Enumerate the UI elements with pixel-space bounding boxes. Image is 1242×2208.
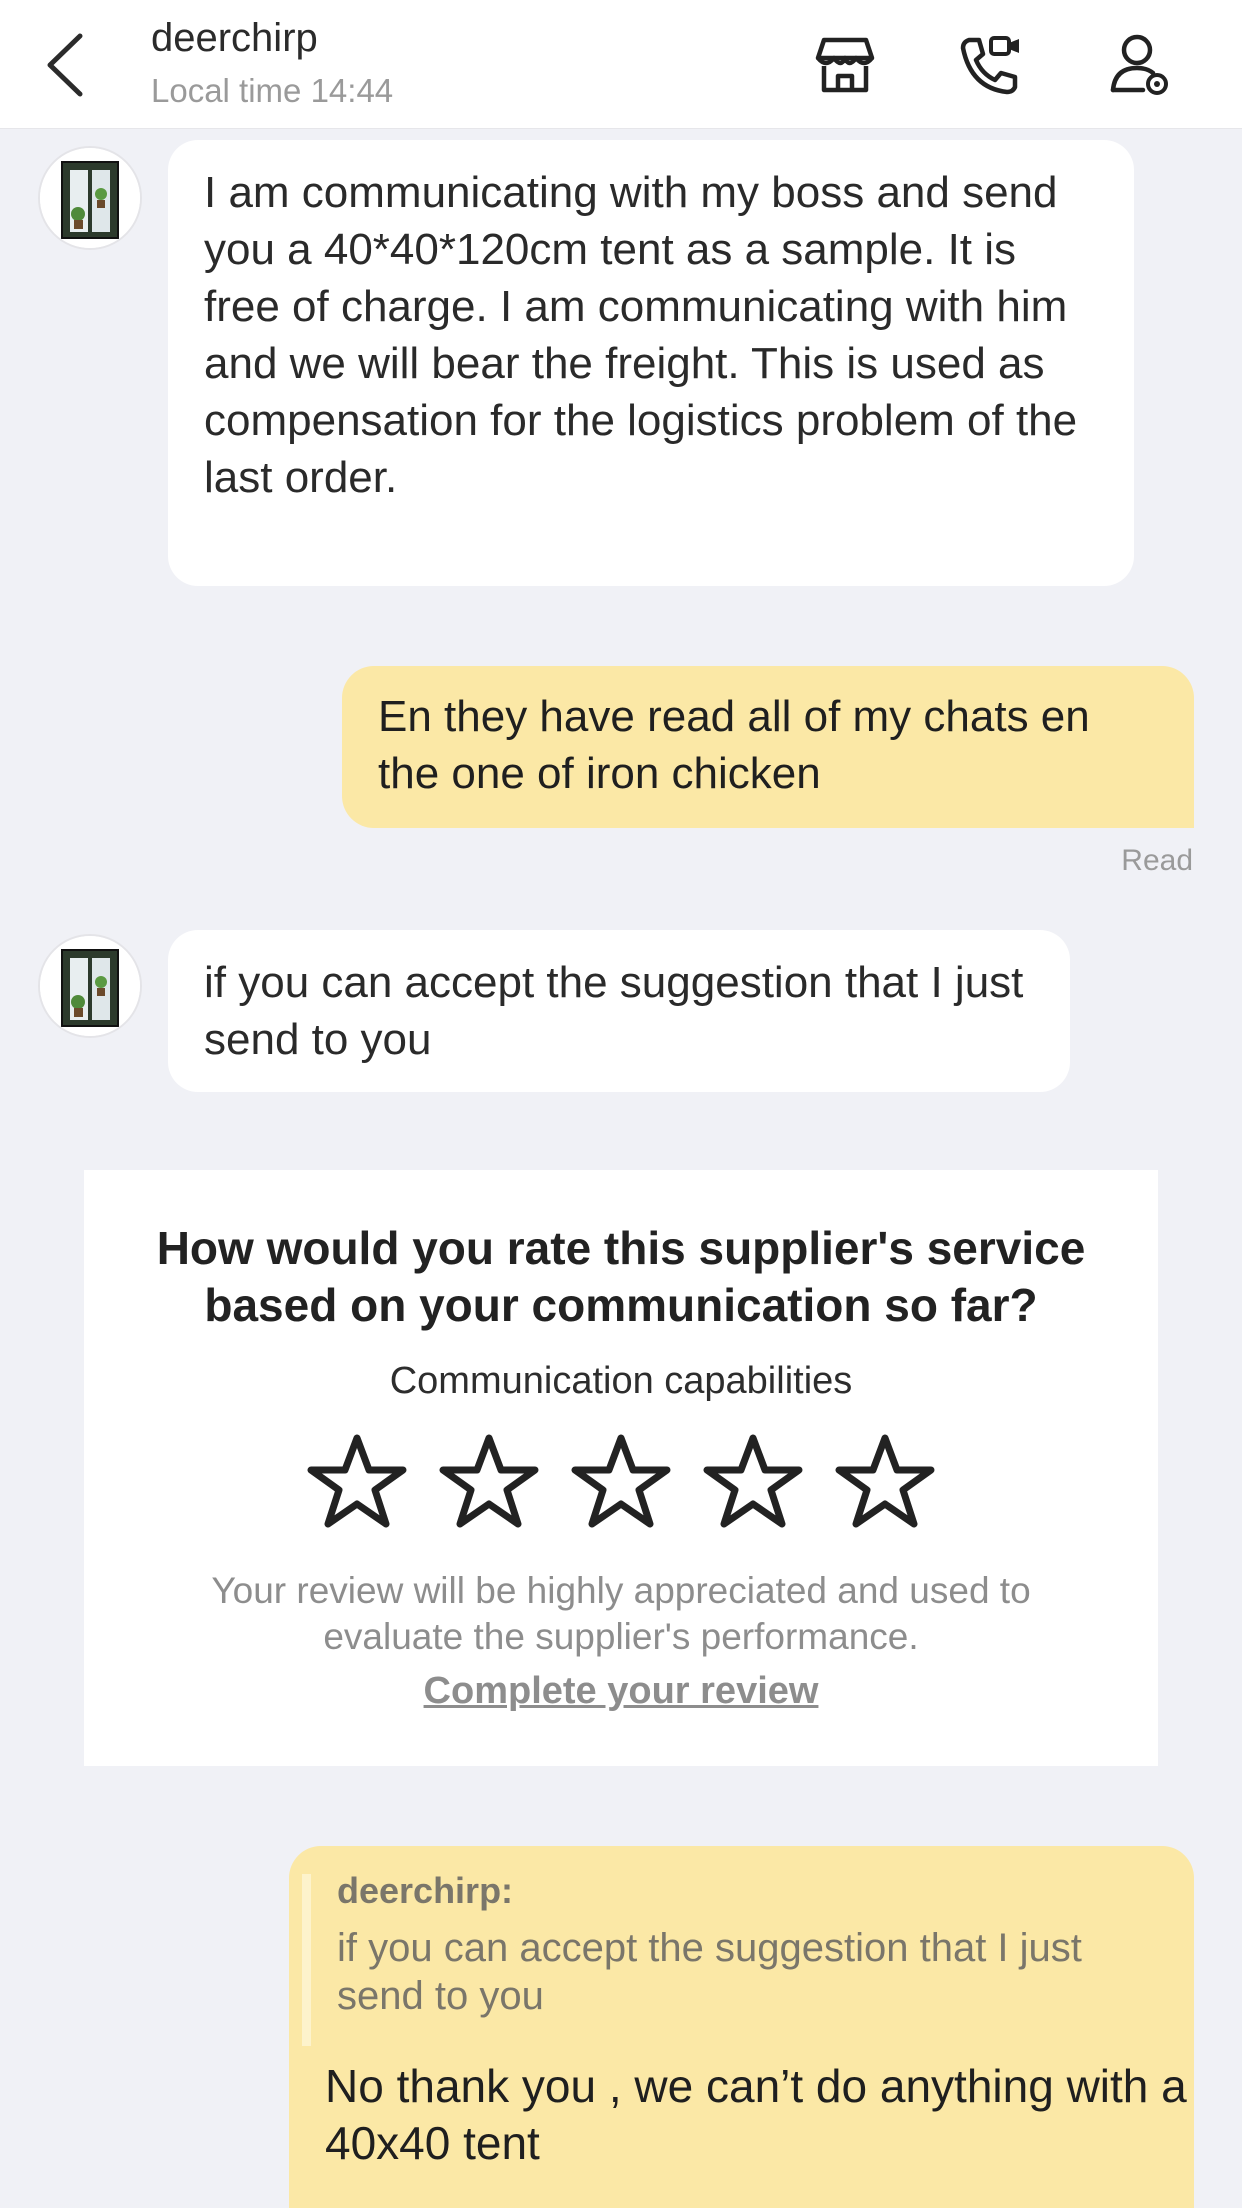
store-icon[interactable] xyxy=(810,30,880,100)
star-icon[interactable] xyxy=(571,1432,671,1532)
star-icon[interactable] xyxy=(307,1432,407,1532)
message-bubble-outgoing-reply[interactable]: deerchirp: if you can accept the suggest… xyxy=(289,1846,1194,2208)
chat-area[interactable]: I am communicating with my boss and send… xyxy=(0,128,1242,2208)
message-text: No thank you , we can’t do anything with… xyxy=(325,2060,1187,2169)
supplier-avatar[interactable] xyxy=(38,146,142,250)
message-text: if you can accept the suggestion that I … xyxy=(204,958,1024,1064)
rating-subtitle: Communication capabilities xyxy=(389,1360,853,1402)
message-bubble-incoming[interactable]: I am communicating with my boss and send… xyxy=(168,140,1134,586)
star-icon[interactable] xyxy=(703,1432,803,1532)
rating-question: How would you rate this supplier's servi… xyxy=(156,1222,1086,1331)
message-bubble-outgoing[interactable]: En they have read all of my chats en the… xyxy=(342,666,1194,828)
message-text: En they have read all of my chats en the… xyxy=(378,692,1090,798)
quote-bar xyxy=(302,1874,311,2046)
quote-text: if you can accept the suggestion that I … xyxy=(337,1926,1082,2018)
message-text: I am communicating with my boss and send… xyxy=(204,168,1078,502)
video-call-icon[interactable] xyxy=(955,30,1025,100)
star-icon[interactable] xyxy=(439,1432,539,1532)
message-bubble-incoming[interactable]: if you can accept the suggestion that I … xyxy=(168,930,1070,1092)
grow-tent-icon xyxy=(40,936,140,1036)
supplier-avatar[interactable] xyxy=(38,934,142,1038)
grow-tent-icon xyxy=(40,148,140,248)
chat-header: deerchirp Local time 14:44 xyxy=(0,0,1242,129)
read-status: Read xyxy=(1121,844,1193,877)
back-arrow-icon[interactable] xyxy=(40,30,96,100)
quote-author: deerchirp: xyxy=(337,1870,514,1911)
user-settings-icon[interactable] xyxy=(1105,30,1175,100)
star-rating xyxy=(84,1432,1158,1532)
star-icon[interactable] xyxy=(835,1432,935,1532)
complete-review-link[interactable]: Complete your review xyxy=(84,1670,1158,1713)
rating-note: Your review will be highly appreciated a… xyxy=(211,1570,1031,1657)
contact-name[interactable]: deerchirp xyxy=(151,16,318,61)
rating-card: How would you rate this supplier's servi… xyxy=(84,1170,1158,1766)
local-time: Local time 14:44 xyxy=(151,72,394,109)
